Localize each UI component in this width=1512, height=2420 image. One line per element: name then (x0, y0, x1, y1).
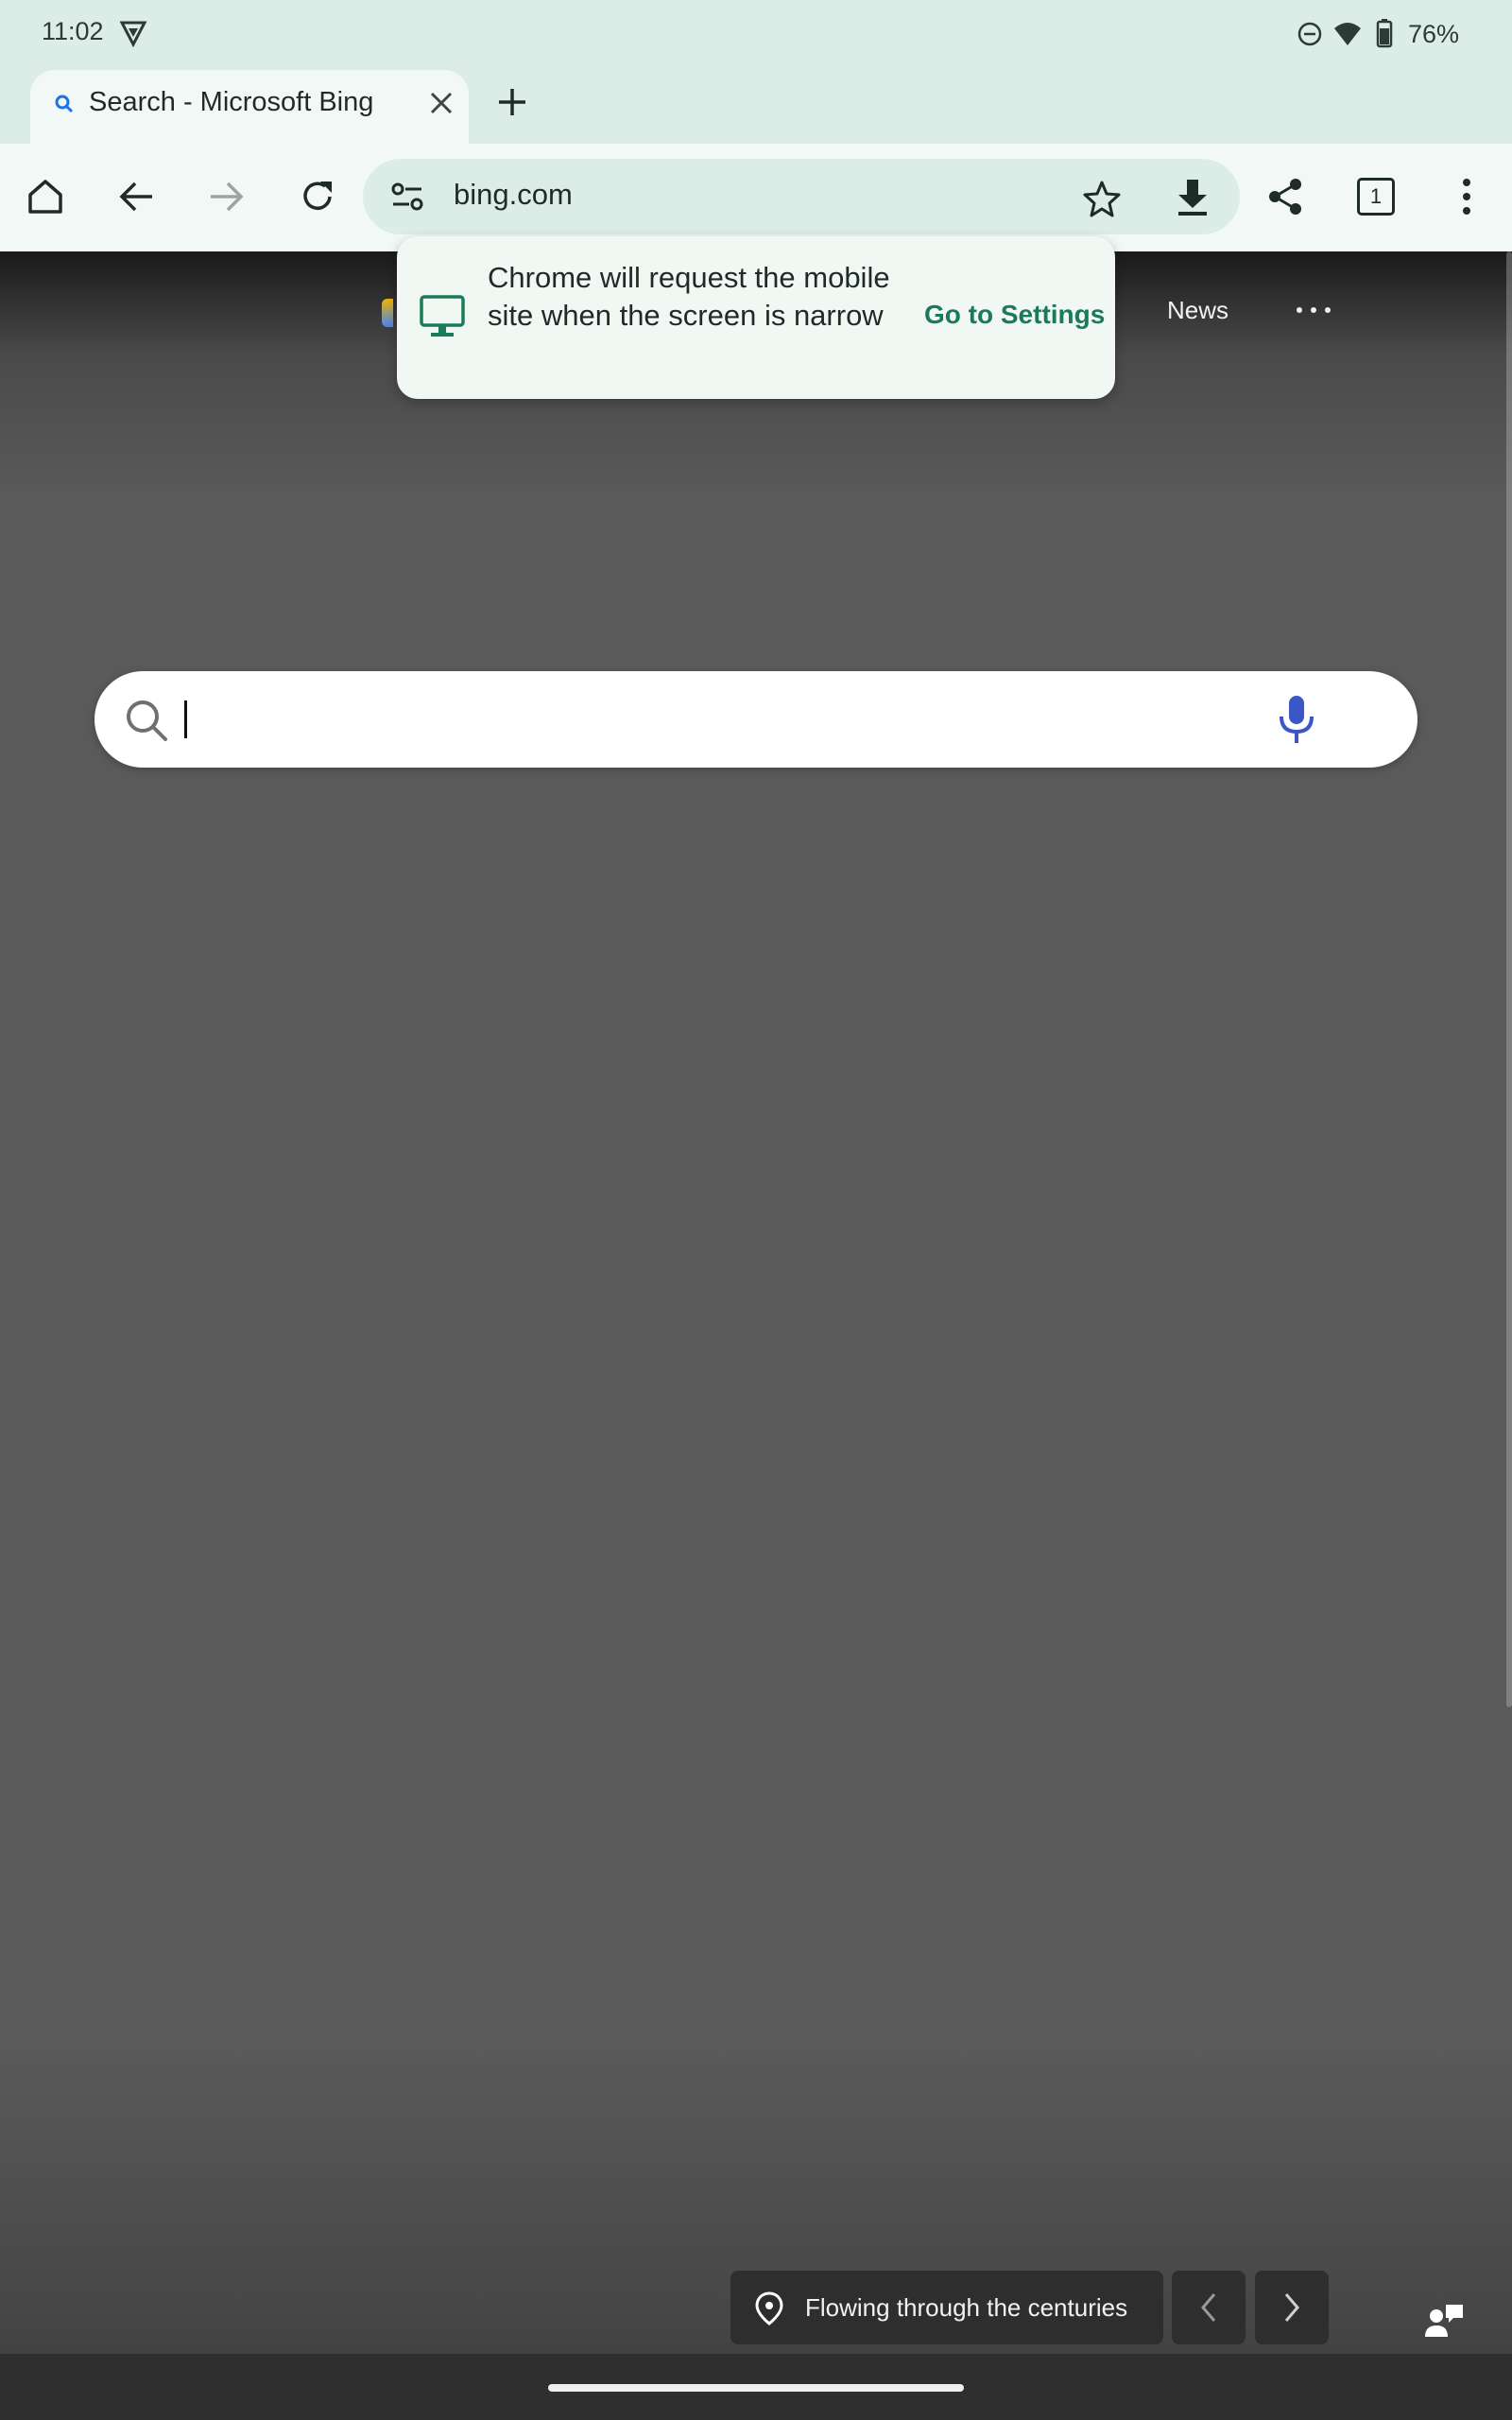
more-vert-icon (1463, 179, 1470, 215)
site-settings-icon[interactable] (389, 180, 425, 214)
location-pin-icon (754, 2291, 784, 2325)
webpage-background (0, 251, 1512, 2420)
reload-button[interactable] (280, 159, 355, 234)
tab-title: Search - Microsoft Bing (89, 87, 374, 117)
share-icon (1269, 179, 1301, 215)
vpn-icon (119, 19, 147, 48)
tab-switcher-button[interactable]: 1 (1338, 159, 1414, 234)
battery-level: 76% (1408, 19, 1460, 48)
bing-logo[interactable] (382, 299, 393, 327)
url-text[interactable]: bing.com (454, 178, 573, 212)
mic-icon[interactable] (1276, 694, 1317, 745)
wifi-icon (1334, 23, 1361, 45)
back-icon (119, 182, 152, 212)
new-tab-button[interactable] (491, 81, 533, 123)
chevron-right-icon (1284, 2293, 1299, 2322)
tab-switcher-icon: 1 (1357, 178, 1395, 216)
close-tab-button[interactable] (421, 83, 461, 123)
next-image-button[interactable] (1255, 2271, 1329, 2344)
forward-icon (211, 182, 244, 212)
home-button[interactable] (8, 159, 83, 234)
dnd-icon (1297, 22, 1322, 46)
page-scrollbar[interactable] (1506, 251, 1512, 1707)
go-to-settings-button[interactable]: Go to Settings (924, 300, 1105, 330)
home-icon (28, 180, 62, 214)
more-options-icon[interactable] (1293, 293, 1334, 327)
forward-button[interactable] (189, 159, 265, 234)
status-icons: 76% (1297, 17, 1459, 51)
plus-icon (499, 89, 525, 115)
more-menu-button[interactable] (1429, 159, 1504, 234)
nav-news-link[interactable]: News (1167, 296, 1228, 325)
text-cursor (184, 700, 187, 738)
reload-icon (303, 182, 332, 210)
previous-image-button[interactable] (1172, 2271, 1246, 2344)
download-icon (1178, 180, 1207, 216)
search-tab-icon (53, 93, 76, 115)
download-button[interactable] (1174, 178, 1211, 217)
battery-icon (1376, 19, 1393, 48)
popup-message: Chrome will request the mobile site when… (488, 261, 890, 332)
home-indicator[interactable] (548, 2384, 964, 2392)
share-button[interactable] (1247, 159, 1323, 234)
search-input[interactable] (94, 671, 1418, 768)
monitor-icon (418, 293, 467, 338)
back-button[interactable] (98, 159, 174, 234)
status-time: 11:02 (42, 17, 104, 45)
bookmark-star-button[interactable] (1083, 180, 1121, 217)
star-icon (1083, 181, 1121, 217)
magnifier-icon (123, 697, 170, 744)
caption-text[interactable]: Flowing through the centuries (805, 2293, 1127, 2323)
chevron-left-icon (1201, 2293, 1216, 2322)
close-icon (430, 92, 453, 114)
chat-icon[interactable] (1423, 2299, 1467, 2342)
